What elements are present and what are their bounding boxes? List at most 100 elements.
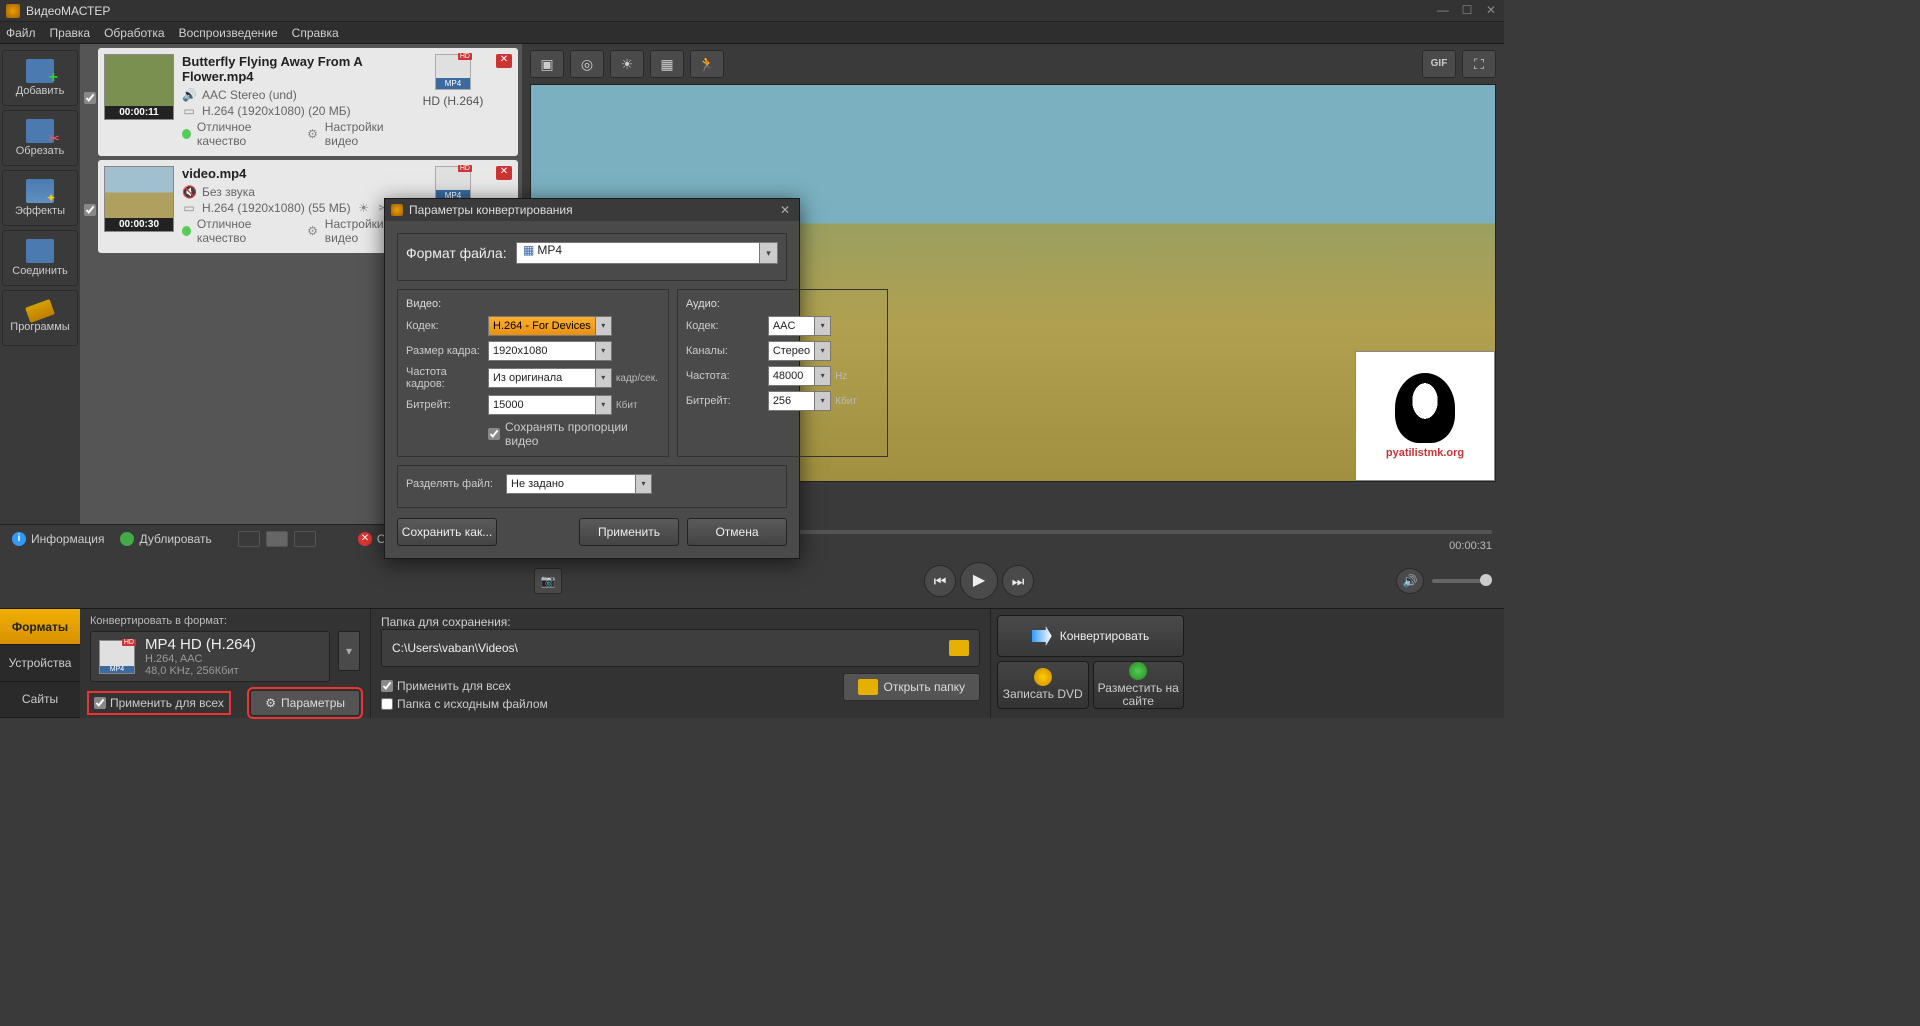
brightness-button[interactable]: ☀ [610, 50, 644, 78]
keep-aspect-checkbox[interactable] [488, 428, 500, 440]
file-remove-button[interactable]: ✕ [496, 166, 512, 180]
bottom-panel: Форматы Устройства Сайты Конвертировать … [0, 608, 1504, 718]
file-format-dropdown[interactable]: ▾ [760, 242, 778, 264]
file-remove-button[interactable]: ✕ [496, 54, 512, 68]
file-video: H.264 (1920x1080) (55 МБ) [202, 201, 351, 215]
format-name: MP4 HD (H.264) [145, 636, 256, 653]
app-icon [6, 4, 20, 18]
gif-button[interactable]: GIF [1422, 50, 1456, 78]
fullscreen-button[interactable]: ⛶ [1462, 50, 1496, 78]
effects-button[interactable]: ▦ [650, 50, 684, 78]
acodec-label: Кодек: [686, 320, 768, 332]
source-folder-label: Папка с исходным файлом [397, 697, 548, 711]
volume-button[interactable]: 🔊 [1396, 568, 1424, 594]
channels-dropdown[interactable]: ▾ [815, 341, 831, 361]
tab-devices[interactable]: Устройства [0, 645, 80, 681]
dialog-titlebar[interactable]: Параметры конвертирования ✕ [385, 199, 799, 221]
keep-aspect-row[interactable]: Сохранять пропорции видео [488, 420, 660, 448]
sidebar-cut[interactable]: Обрезать [2, 110, 78, 166]
menu-help[interactable]: Справка [292, 26, 339, 40]
keep-aspect-label: Сохранять пропорции видео [505, 420, 660, 448]
fps-dropdown[interactable]: ▾ [596, 368, 612, 388]
publish-web-button[interactable]: Разместить на сайте [1093, 661, 1185, 709]
quality-dot-icon [182, 226, 191, 236]
params-button[interactable]: ⚙Параметры [250, 690, 360, 716]
view-detail-button[interactable] [266, 531, 288, 547]
save-as-button[interactable]: Сохранить как... [397, 518, 497, 546]
speed-button[interactable]: 🏃 [690, 50, 724, 78]
format-selector[interactable]: HD MP4 HD (H.264) H.264, AAC 48,0 KHz, 2… [90, 631, 330, 682]
split-select[interactable]: Не задано [506, 474, 636, 494]
file-item[interactable]: 00:00:11 Butterfly Flying Away From A Fl… [98, 48, 518, 156]
freq-select[interactable]: 48000 [768, 366, 815, 386]
volume-slider[interactable] [1432, 579, 1492, 583]
abitrate-select[interactable]: 256 [768, 391, 815, 411]
apply-all-checkbox-row[interactable]: Применить для всех [90, 694, 228, 712]
convert-button[interactable]: Конвертировать [997, 615, 1184, 657]
view-list-button[interactable] [238, 531, 260, 547]
tab-sites[interactable]: Сайты [0, 682, 80, 718]
file-duration: 00:00:11 [105, 106, 173, 119]
maximize-button[interactable]: ☐ [1460, 4, 1474, 18]
sidebar-join[interactable]: Соединить [2, 230, 78, 286]
menu-file[interactable]: Файл [6, 26, 36, 40]
dialog-close-button[interactable]: ✕ [777, 203, 793, 217]
file-format-select[interactable]: ▦ MP4 [516, 242, 760, 264]
source-folder-checkbox[interactable] [381, 698, 393, 710]
save-apply-all-row[interactable]: Применить для всех [381, 679, 548, 693]
acodec-select[interactable]: AAC [768, 316, 815, 336]
framesize-dropdown[interactable]: ▾ [596, 341, 612, 361]
framesize-select[interactable]: 1920x1080 [488, 341, 596, 361]
save-path-box[interactable]: C:\Users\vaban\Videos\ [381, 629, 980, 667]
menu-process[interactable]: Обработка [104, 26, 165, 40]
menu-edit[interactable]: Правка [50, 26, 91, 40]
acodec-dropdown[interactable]: ▾ [815, 316, 831, 336]
file-quality: Отличное качество [197, 217, 292, 245]
prev-button[interactable]: ⏮ [924, 565, 956, 597]
file-checkbox[interactable] [84, 92, 96, 104]
format-dropdown-button[interactable]: ▾ [338, 631, 360, 671]
view-grid-button[interactable] [294, 531, 316, 547]
tab-formats[interactable]: Форматы [0, 609, 80, 645]
freq-dropdown[interactable]: ▾ [815, 366, 831, 386]
vbitrate-select[interactable]: 15000 [488, 395, 596, 415]
file-format-label: Формат файла: [406, 245, 516, 261]
sidebar-effects[interactable]: Эффекты [2, 170, 78, 226]
apply-all-checkbox[interactable] [94, 697, 106, 709]
cancel-button[interactable]: Отмена [687, 518, 787, 546]
channels-select[interactable]: Стерео [768, 341, 815, 361]
next-button[interactable]: ⏭ [1002, 565, 1034, 597]
apply-button[interactable]: Применить [579, 518, 679, 546]
browse-folder-button[interactable] [949, 640, 969, 656]
app-title: ВидеоМАСТЕР [26, 4, 1436, 18]
sidebar-programs[interactable]: Программы [2, 290, 78, 346]
menu-playback[interactable]: Воспроизведение [179, 26, 278, 40]
snapshot-button[interactable]: 📷 [534, 568, 562, 594]
format-panel: Конвертировать в формат: HD MP4 HD (H.26… [80, 609, 370, 718]
vcodec-dropdown[interactable]: ▾ [596, 316, 612, 336]
split-label: Разделять файл: [406, 478, 506, 490]
split-dropdown[interactable]: ▾ [636, 474, 652, 494]
info-button[interactable]: iИнформация [12, 532, 104, 546]
source-folder-row[interactable]: Папка с исходным файлом [381, 697, 548, 711]
burn-dvd-button[interactable]: Записать DVD [997, 661, 1089, 709]
play-button[interactable]: ▶ [960, 562, 998, 600]
minimize-button[interactable]: — [1436, 4, 1450, 18]
save-apply-all-checkbox[interactable] [381, 680, 393, 692]
file-settings-link[interactable]: Настройки видео [325, 120, 410, 148]
duplicate-button[interactable]: Дублировать [120, 532, 211, 546]
crop-button[interactable]: ▣ [530, 50, 564, 78]
enhance-button[interactable]: ◎ [570, 50, 604, 78]
gear-icon: ⚙ [306, 127, 318, 141]
vbitrate-dropdown[interactable]: ▾ [596, 395, 612, 415]
open-folder-button[interactable]: Открыть папку [843, 673, 980, 701]
vcodec-select[interactable]: H.264 - For Devices [488, 316, 596, 336]
file-name: Butterfly Flying Away From A Flower.mp4 [182, 54, 410, 84]
sidebar-add[interactable]: Добавить [2, 50, 78, 106]
format-tabs: Форматы Устройства Сайты [0, 609, 80, 718]
abitrate-dropdown[interactable]: ▾ [815, 391, 831, 411]
close-button[interactable]: ✕ [1484, 4, 1498, 18]
gear-icon: ⚙ [265, 696, 276, 710]
file-checkbox[interactable] [84, 204, 96, 216]
fps-select[interactable]: Из оригинала [488, 368, 596, 388]
